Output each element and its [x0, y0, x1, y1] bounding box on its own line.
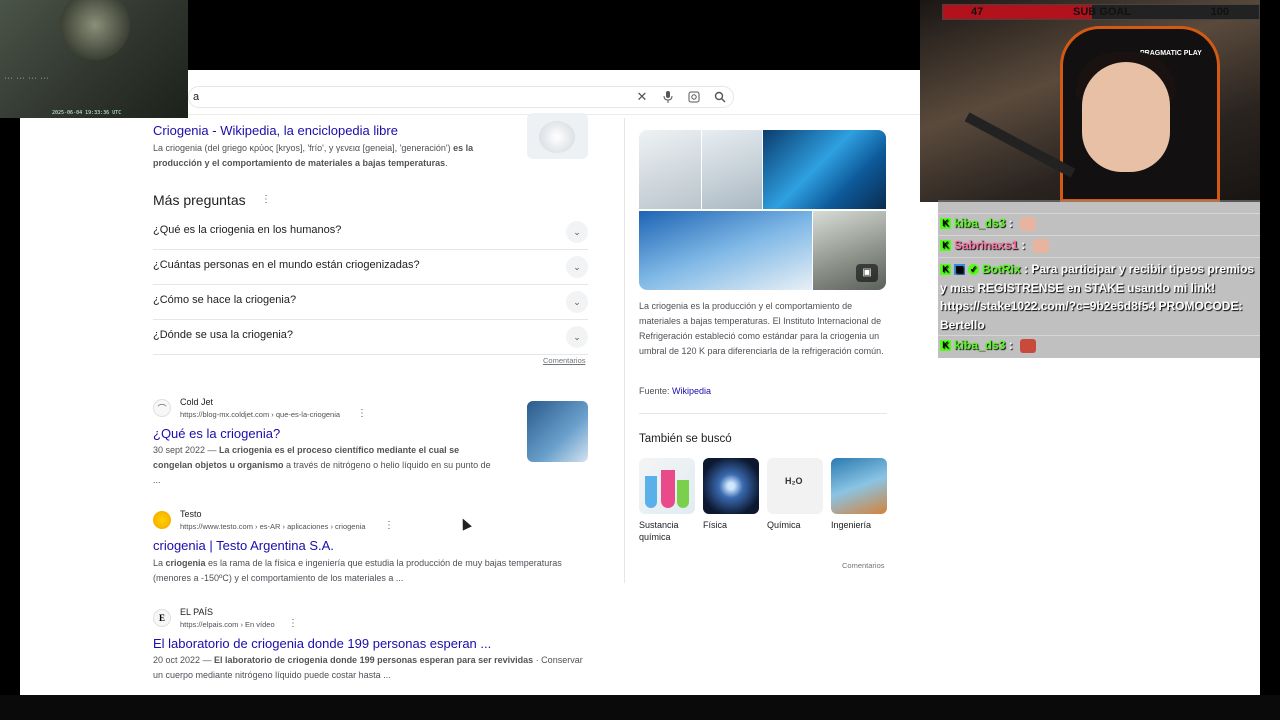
feedback-link[interactable]: Comentarios — [842, 561, 885, 570]
result-title-coldjet[interactable]: ¿Qué es la criogenia? — [153, 426, 280, 441]
emote-icon — [1020, 338, 1037, 353]
question-item[interactable]: ¿Qué es la criogenia en los humanos? ⌄ — [153, 215, 588, 250]
kick-badge-icon: K — [940, 340, 951, 352]
chevron-down-icon[interactable]: ⌄ — [566, 291, 588, 313]
related-image: H₂O — [767, 458, 823, 514]
clear-icon[interactable]: ✕ — [629, 87, 655, 107]
more-options-icon[interactable]: ⋮ — [357, 408, 367, 419]
testo-favicon — [153, 511, 171, 529]
sub-goal-target: 100 — [1210, 6, 1229, 18]
microphone-icon[interactable] — [655, 87, 681, 107]
chat-message: Kkiba_ds3 : — [940, 216, 1037, 231]
chat-username: kiba_ds3 — [954, 216, 1006, 230]
related-label: Física — [703, 520, 728, 530]
panel-image-5[interactable]: ▣ — [813, 211, 886, 290]
question-text: ¿Qué es la criogenia en los humanos? — [153, 224, 342, 236]
chat-username: Sabrinaxs1 — [954, 238, 1019, 252]
sub-goal-current: 47 — [971, 6, 984, 18]
chat-username: kiba_ds3 — [954, 338, 1006, 352]
kick-badge-icon: K — [940, 264, 951, 276]
related-label: Química — [767, 520, 801, 530]
kick-badge-icon: K — [940, 218, 951, 230]
related-item[interactable]: Física — [703, 458, 759, 531]
result-source-coldjet: Cold Jet — [180, 397, 214, 407]
related-image — [703, 458, 759, 514]
related-label: Ingeniería — [831, 520, 872, 530]
more-options-icon[interactable]: ⋮ — [384, 520, 394, 531]
chat-message: K Sabrinaxs1 : — [940, 238, 1049, 253]
sub-goal-bar: 47 SUB GOAL 100 — [942, 4, 1260, 20]
result-url-elpais[interactable]: https://elpais.com › En vídeo — [180, 620, 275, 629]
streamer — [1082, 62, 1170, 172]
panel-image-3[interactable] — [763, 130, 886, 209]
panel-divider — [624, 118, 625, 583]
result-snippet-testo: La criogenia es la rama de la física e i… — [153, 558, 562, 583]
question-text: ¿Cómo se hace la criogenia? — [153, 294, 297, 306]
result-url-coldjet[interactable]: https://blog-mx.coldjet.com › que-es-la-… — [180, 410, 340, 419]
emote-icon — [1020, 216, 1037, 231]
result-snippet-wikipedia: La criogenia (del griego κρύος [kryos], … — [153, 143, 474, 168]
image-gallery-icon[interactable]: ▣ — [856, 264, 878, 282]
result-thumbnail-coldjet[interactable] — [527, 401, 588, 462]
related-item[interactable]: H₂O Química — [767, 458, 823, 531]
question-item[interactable]: ¿Cuántas personas en el mundo están crio… — [153, 250, 588, 285]
chevron-down-icon[interactable]: ⌄ — [566, 326, 588, 348]
panel-image-2[interactable] — [702, 130, 762, 209]
kick-badge-icon: K — [940, 240, 951, 252]
wikipedia-link[interactable]: Wikipedia — [672, 386, 711, 396]
more-options-icon[interactable]: ⋮ — [261, 194, 271, 205]
result-title-elpais[interactable]: El laboratorio de criogenia donde 199 pe… — [153, 636, 491, 651]
chevron-down-icon[interactable]: ⌄ — [566, 256, 588, 278]
chat-message: Kkiba_ds3 : — [940, 338, 1037, 353]
related-item[interactable]: Ingeniería — [831, 458, 887, 531]
result-title-testo[interactable]: criogenia | Testo Argentina S.A. — [153, 538, 334, 553]
lens-icon[interactable] — [681, 87, 707, 107]
chat-username: BotRix — [982, 262, 1021, 276]
chat-message: K ▣ ✓ BotRix : Para participar y recibir ti… — [940, 262, 1255, 332]
question-item[interactable]: ¿Cómo se hace la criogenia? ⌄ — [153, 285, 588, 320]
also-searched-title: También se buscó — [639, 433, 732, 445]
camera-timestamp: 2025-06-04 19:33:36 UTC — [52, 110, 122, 116]
more-questions-title: Más preguntas — [153, 192, 246, 208]
panel-description: La criogenia es la producción y el compo… — [639, 301, 884, 356]
elpais-favicon: E — [153, 609, 171, 627]
more-options-icon[interactable]: ⋮ — [288, 618, 298, 629]
sub-goal-label: SUB GOAL — [1073, 6, 1132, 18]
chevron-down-icon[interactable]: ⌄ — [566, 221, 588, 243]
result-thumbnail-wikipedia[interactable] — [527, 113, 588, 159]
result-snippet-elpais: 20 oct 2022 — El laboratorio de criogeni… — [153, 655, 583, 680]
search-box[interactable]: a ✕ — [188, 86, 734, 108]
search-query[interactable]: a — [193, 91, 629, 103]
question-text: ¿Dónde se usa la criogenia? — [153, 329, 294, 341]
stream-screen: a ✕ Criogenia - Wikipedia, la encicloped… — [0, 0, 1280, 720]
feedback-link[interactable]: Comentarios — [543, 356, 586, 365]
emote-icon — [1032, 238, 1049, 253]
verified-badge-icon: ✓ — [968, 264, 979, 276]
related-image — [831, 458, 887, 514]
result-url-testo[interactable]: https://www.testo.com › es-AR › aplicaci… — [180, 522, 366, 531]
result-source-testo: Testo — [180, 509, 202, 519]
game-camera: ··· ··· ··· ··· 2025-06-04 19:33:36 UTC — [0, 0, 188, 118]
related-item[interactable]: Sustancia química — [639, 458, 695, 543]
result-source-elpais: EL PAÍS — [180, 607, 214, 617]
panel-image-1[interactable] — [639, 130, 701, 209]
question-item[interactable]: ¿Dónde se usa la criogenia? ⌄ — [153, 320, 588, 355]
coldjet-favicon: ⌒ — [153, 399, 171, 417]
result-title-wikipedia[interactable]: Criogenia - Wikipedia, la enciclopedia l… — [153, 123, 398, 138]
bot-badge-icon: ▣ — [954, 264, 965, 276]
sub-goal-progress — [943, 5, 1092, 19]
panel-divider-line — [639, 413, 887, 414]
related-label: Sustancia química — [639, 520, 679, 542]
panel-image-4[interactable] — [639, 211, 812, 290]
question-text: ¿Cuántas personas en el mundo están crio… — [153, 259, 420, 271]
panel-source: Fuente: Wikipedia — [639, 386, 712, 396]
taskbar — [0, 695, 1280, 720]
result-snippet-coldjet: 30 sept 2022 — La criogenia es el proces… — [153, 445, 491, 485]
search-icon[interactable] — [707, 87, 733, 107]
related-image — [639, 458, 695, 514]
